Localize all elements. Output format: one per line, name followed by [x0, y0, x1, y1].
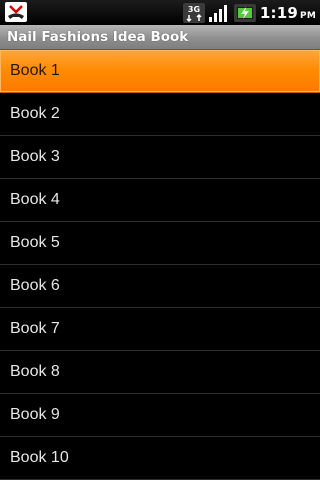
list-item[interactable]: Book 9 [0, 394, 320, 437]
status-bar: 3G 1:19 PM [0, 0, 320, 25]
list-item-label: Book 7 [10, 320, 60, 337]
list-item[interactable]: Book 7 [0, 308, 320, 351]
list-item-label: Book 5 [10, 234, 60, 251]
list-item-label: Book 9 [10, 406, 60, 423]
book-list[interactable]: Book 1 Book 2 Book 3 Book 4 Book 5 Book … [0, 50, 320, 480]
list-item[interactable]: Book 4 [0, 179, 320, 222]
clock-time: 1:19 [259, 3, 299, 22]
list-item[interactable]: Book 2 [0, 93, 320, 136]
app-title: Nail Fashions Idea Book [7, 29, 189, 45]
list-item[interactable]: Book 1 [0, 50, 320, 93]
list-item[interactable]: Book 10 [0, 437, 320, 480]
title-bar: Nail Fashions Idea Book [0, 25, 320, 50]
list-item-label: Book 10 [10, 449, 69, 466]
signal-strength-icon [208, 3, 230, 23]
missed-call-icon[interactable] [5, 2, 27, 22]
list-item[interactable]: Book 6 [0, 265, 320, 308]
list-item-label: Book 3 [10, 148, 60, 165]
status-icons: 3G 1:19 PM [182, 0, 316, 25]
list-item-label: Book 6 [10, 277, 60, 294]
list-item-label: Book 4 [10, 191, 60, 208]
list-item-label: Book 8 [10, 363, 60, 380]
list-item-label: Book 1 [10, 62, 60, 79]
list-item[interactable]: Book 3 [0, 136, 320, 179]
network-3g-icon: 3G [182, 2, 205, 23]
network-label: 3G [188, 5, 200, 14]
clock: 1:19 PM [260, 4, 316, 22]
list-item[interactable]: Book 8 [0, 351, 320, 394]
list-item[interactable]: Book 5 [0, 222, 320, 265]
battery-charging-icon [233, 3, 256, 23]
clock-ampm: PM [300, 10, 316, 21]
list-item-label: Book 2 [10, 105, 60, 122]
